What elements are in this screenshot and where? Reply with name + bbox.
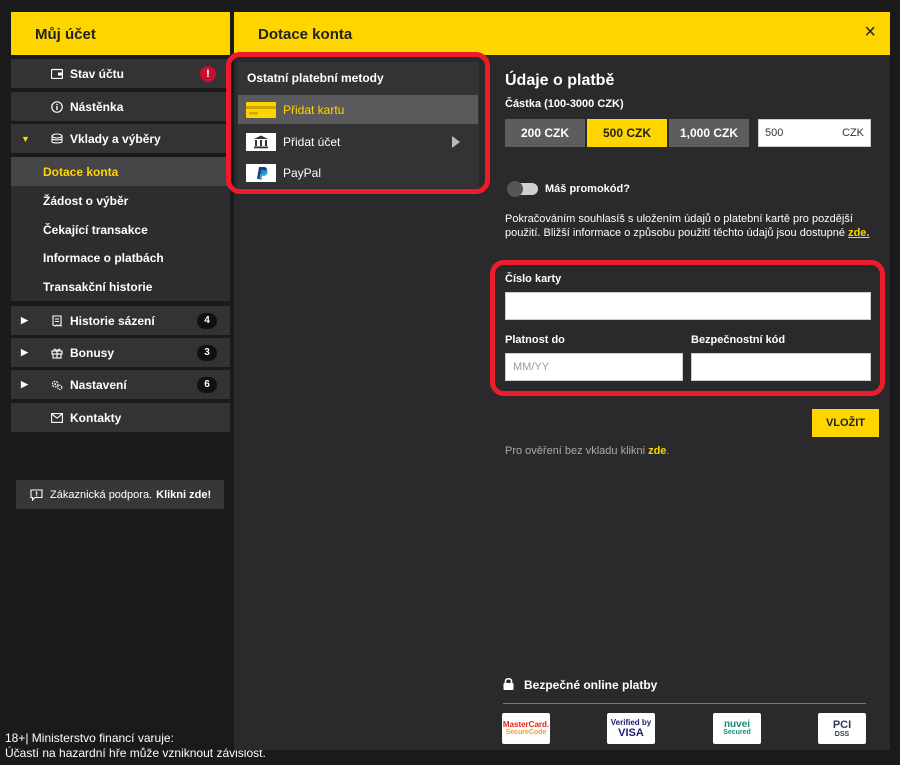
promo-label: Máš promokód? bbox=[545, 183, 630, 195]
divider bbox=[503, 703, 866, 704]
sidebar-title: Můj účet bbox=[11, 12, 230, 55]
sidebar-item-deposits[interactable]: ▼ Vklady a výběry bbox=[11, 124, 230, 153]
amount-500-button[interactable]: 500 CZK bbox=[587, 119, 667, 147]
wallet-icon bbox=[51, 68, 63, 80]
receipt-icon bbox=[51, 314, 63, 327]
secure-label: Bezpečné online platby bbox=[524, 678, 658, 692]
sidebar-item-label: Historie sázení bbox=[70, 313, 155, 328]
sidebar-item-bonuses[interactable]: ▶ Bonusy 3 bbox=[11, 338, 230, 367]
support-link-text[interactable]: Klikni zde! bbox=[156, 489, 211, 501]
gears-icon bbox=[51, 379, 63, 391]
expiry-input[interactable] bbox=[505, 353, 683, 381]
sidebar-item-dashboard[interactable]: Nástěnka bbox=[11, 92, 230, 121]
payment-methods-title: Ostatní platební metody bbox=[247, 71, 384, 85]
sidebar-item-label: Nastavení bbox=[70, 377, 127, 392]
chat-icon bbox=[30, 488, 43, 501]
verified-by-visa-logo: Verified by VISA bbox=[607, 713, 655, 744]
chevron-right-icon: ▶ bbox=[21, 315, 28, 325]
submenu-item-payment-info[interactable]: Informace o platbách bbox=[11, 243, 230, 272]
chevron-right-icon bbox=[452, 135, 460, 148]
promo-toggle[interactable] bbox=[507, 181, 538, 197]
support-text: Zákaznická podpora. bbox=[50, 488, 153, 501]
sidebar-item-label: Stav účtu bbox=[70, 66, 125, 81]
method-label: Přidat účet bbox=[283, 134, 341, 149]
method-label: PayPal bbox=[283, 165, 322, 180]
sidebar-item-label: Nástěnka bbox=[70, 99, 124, 114]
submenu-item-pending[interactable]: Čekající transakce bbox=[11, 215, 230, 244]
gift-icon bbox=[51, 347, 63, 359]
consent-text: Pokračováním souhlasíš s uložením údajů … bbox=[505, 213, 870, 239]
card-icon bbox=[246, 101, 276, 119]
gambling-warning: 18+| Ministerstvo financí varuje: Účastí… bbox=[5, 731, 266, 760]
amount-label: Částka (100-3000 CZK) bbox=[505, 98, 624, 110]
method-paypal[interactable]: PayPal bbox=[238, 158, 478, 187]
sidebar-item-label: Kontakty bbox=[70, 410, 122, 425]
paypal-icon bbox=[246, 163, 276, 182]
chevron-right-icon: ▶ bbox=[21, 379, 28, 389]
sidebar-item-bet-history[interactable]: ▶ Historie sázení 4 bbox=[11, 306, 230, 335]
count-badge: 6 bbox=[197, 376, 217, 393]
nuvei-secured-logo: nuvei Secured bbox=[713, 713, 761, 744]
method-add-card[interactable]: Přidat kartu bbox=[238, 95, 478, 124]
count-badge: 4 bbox=[197, 312, 217, 329]
mail-icon bbox=[51, 412, 63, 424]
sidebar-item-settings[interactable]: ▶ Nastavení 6 bbox=[11, 370, 230, 399]
page-title: Dotace konta bbox=[258, 26, 353, 43]
lock-icon bbox=[503, 677, 514, 693]
sidebar-item-contacts[interactable]: Kontakty bbox=[11, 403, 230, 432]
payment-details-title: Údaje o platbě bbox=[505, 72, 615, 89]
verify-link[interactable]: zde bbox=[648, 445, 666, 457]
count-badge: 3 bbox=[197, 344, 217, 361]
alert-badge: ! bbox=[200, 65, 216, 82]
consent-link[interactable]: zde. bbox=[848, 227, 869, 239]
info-icon bbox=[51, 100, 63, 113]
method-add-account[interactable]: Přidat účet bbox=[238, 127, 478, 156]
close-icon[interactable]: × bbox=[864, 21, 876, 44]
customer-support-link[interactable]: Zákaznická podpora. Klikni zde! bbox=[16, 480, 224, 509]
amount-200-button[interactable]: 200 CZK bbox=[505, 119, 585, 147]
chevron-right-icon: ▶ bbox=[21, 347, 28, 357]
main-header: Dotace konta × bbox=[234, 12, 890, 55]
payment-methods-panel: Ostatní platební metody Přidat kartu Při… bbox=[237, 62, 479, 188]
amount-1000-button[interactable]: 1,000 CZK bbox=[669, 119, 749, 147]
sidebar-item-balance[interactable]: Stav účtu ! bbox=[11, 59, 230, 88]
pci-dss-logo: PCI DSS bbox=[818, 713, 866, 744]
expiry-label: Platnost do bbox=[505, 334, 565, 346]
coins-icon bbox=[51, 132, 63, 145]
mastercard-securecode-logo: MasterCard. SecureCode bbox=[502, 713, 550, 744]
chevron-down-icon: ▼ bbox=[21, 133, 30, 144]
method-label: Přidat kartu bbox=[283, 102, 345, 117]
sidebar-item-label: Bonusy bbox=[70, 345, 115, 360]
submenu-item-history[interactable]: Transakční historie bbox=[11, 272, 230, 301]
verify-text: Pro ověření bez vkladu klikni zde. bbox=[505, 445, 670, 457]
cvv-label: Bezpečnostní kód bbox=[691, 334, 786, 346]
amount-input[interactable]: 500 CZK bbox=[758, 119, 871, 147]
card-number-input[interactable] bbox=[505, 292, 871, 320]
submit-button[interactable]: VLOŽIT bbox=[812, 409, 879, 437]
secure-payments: Bezpečné online platby bbox=[503, 677, 657, 693]
toggle-knob bbox=[507, 181, 523, 197]
deposits-submenu: Dotace konta Žádost o výběr Čekající tra… bbox=[11, 157, 230, 301]
bank-icon bbox=[246, 132, 276, 151]
submenu-item-withdrawal[interactable]: Žádost o výběr bbox=[11, 186, 230, 215]
cvv-input[interactable] bbox=[691, 353, 871, 381]
currency-label: CZK bbox=[842, 127, 864, 139]
submenu-item-top-up[interactable]: Dotace konta bbox=[11, 157, 230, 186]
amount-value: 500 bbox=[765, 127, 784, 139]
sidebar-item-label: Vklady a výběry bbox=[70, 131, 161, 146]
card-number-label: Číslo karty bbox=[505, 273, 562, 285]
